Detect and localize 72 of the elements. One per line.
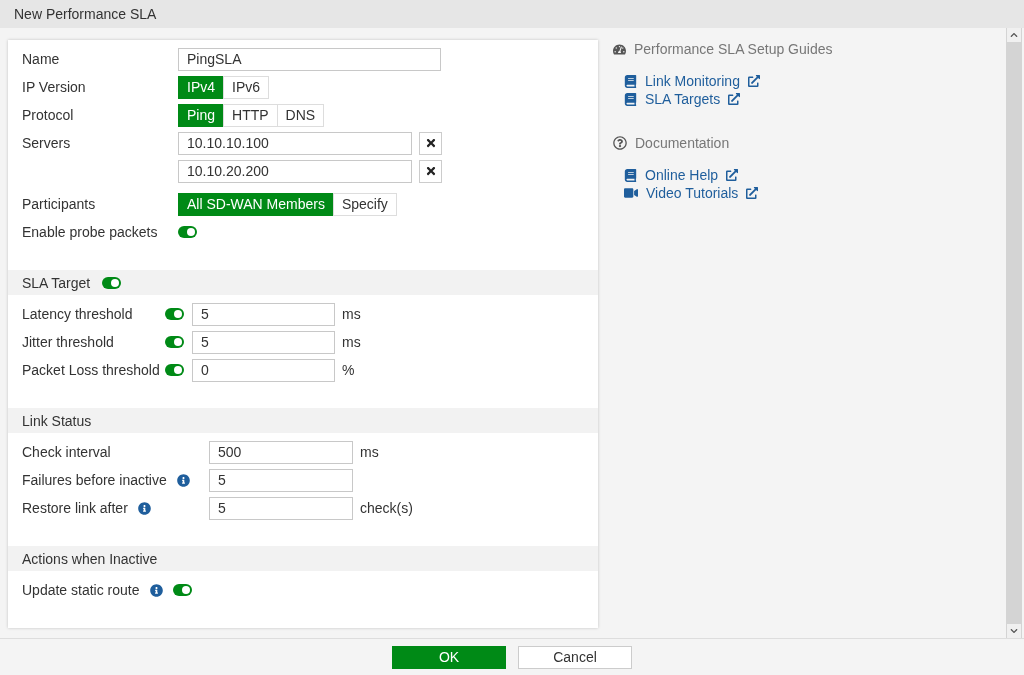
external-link-icon <box>746 187 759 199</box>
input-field[interactable]: 5 <box>209 468 353 492</box>
segment-option[interactable]: All SD-WAN Members <box>178 192 334 216</box>
unit-label: ms <box>342 334 361 350</box>
close-icon <box>424 165 437 177</box>
gauge-icon <box>613 42 626 56</box>
window-title: New Performance SLA <box>14 6 157 22</box>
book-icon <box>624 74 637 88</box>
input-field[interactable]: PingSLA <box>178 47 441 71</box>
field-label: Name <box>22 51 61 67</box>
help-link[interactable]: Link Monitoring <box>624 72 760 90</box>
unit-label: % <box>342 362 355 378</box>
help-link[interactable]: SLA Targets <box>624 90 741 108</box>
unit-label: ms <box>360 444 379 460</box>
field-label: Check interval <box>22 444 111 460</box>
input-field[interactable]: 5 <box>192 302 335 326</box>
field-label: Failures before inactive <box>22 472 167 488</box>
unit-label: ms <box>342 306 361 322</box>
section-title: SLA Target <box>22 274 91 291</box>
field-label: Protocol <box>22 107 75 123</box>
video-camera-icon <box>624 186 638 200</box>
input-field[interactable]: 10.10.10.100 <box>178 131 412 155</box>
chevron-down-icon <box>1010 627 1018 635</box>
field-label: IP Version <box>22 79 87 95</box>
guide-heading: Documentation <box>635 135 730 151</box>
remove-button[interactable] <box>419 131 442 155</box>
field-label: Participants <box>22 196 97 212</box>
unit-label: check(s) <box>360 500 413 516</box>
toggle-switch[interactable] <box>172 584 192 596</box>
segment-option[interactable]: HTTP <box>223 103 278 127</box>
field-label: Servers <box>22 135 72 151</box>
close-icon <box>424 137 437 149</box>
section-title: Link Status <box>22 412 92 429</box>
segment-option[interactable]: IPv4 <box>178 75 224 99</box>
book-icon <box>624 168 637 182</box>
guide-heading: Performance SLA Setup Guides <box>634 41 833 57</box>
section-title: Actions when Inactive <box>22 550 158 567</box>
ok-button[interactable]: OK <box>392 645 506 669</box>
info-icon[interactable] <box>176 473 190 487</box>
help-icon <box>613 136 627 150</box>
field-label: Jitter threshold <box>22 334 115 350</box>
external-link-icon <box>728 93 741 105</box>
toggle-switch[interactable] <box>165 364 184 376</box>
segment-option[interactable]: Specify <box>332 192 397 216</box>
field-label: Latency threshold <box>22 306 134 322</box>
input-field[interactable]: 0 <box>192 358 335 382</box>
toggle-switch[interactable] <box>165 308 184 320</box>
input-field[interactable]: 5 <box>192 330 335 354</box>
input-field[interactable]: 10.10.20.200 <box>178 159 412 183</box>
toggle-switch[interactable] <box>165 336 184 348</box>
info-icon[interactable] <box>137 501 151 515</box>
external-link-icon <box>747 75 760 87</box>
input-field[interactable]: 5 <box>209 496 353 520</box>
scrollbar[interactable] <box>1006 28 1022 638</box>
input-field[interactable]: 500 <box>209 440 353 464</box>
field-label: Restore link after <box>22 500 128 516</box>
book-icon <box>624 92 637 106</box>
segment-option[interactable]: DNS <box>276 103 325 127</box>
segment-option[interactable]: IPv6 <box>223 75 270 99</box>
help-link[interactable]: Online Help <box>624 166 739 184</box>
field-label: Enable probe packets <box>22 224 159 240</box>
remove-button[interactable] <box>419 159 442 183</box>
help-link[interactable]: Video Tutorials <box>624 184 759 202</box>
external-link-icon <box>726 169 739 181</box>
info-icon[interactable] <box>149 583 163 597</box>
field-label: Update static route <box>22 582 140 598</box>
chevron-up-icon <box>1010 31 1018 39</box>
toggle-switch[interactable] <box>178 226 197 238</box>
toggle-switch[interactable] <box>102 276 122 289</box>
segment-option[interactable]: Ping <box>178 103 225 127</box>
field-label: Packet Loss threshold <box>22 362 161 378</box>
cancel-button[interactable]: Cancel <box>518 645 632 669</box>
